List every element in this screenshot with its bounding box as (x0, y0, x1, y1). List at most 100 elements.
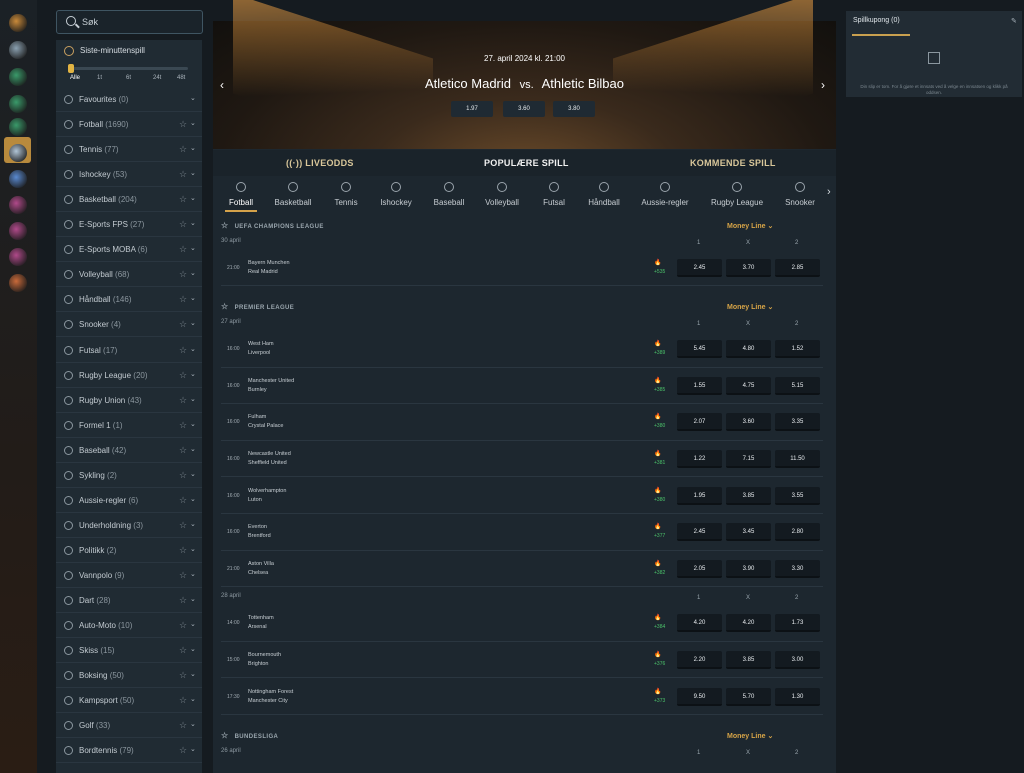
sidebar-item-golf[interactable]: Golf (33) ☆ ⌄ (56, 714, 202, 739)
chevron-right-icon[interactable]: › (827, 186, 831, 198)
sidebar-item-bordtennis[interactable]: Bordtennis (79) ☆ ⌄ (56, 739, 202, 764)
odds-button[interactable]: 4.20 (677, 614, 722, 633)
sidebar-item-e-sports-moba[interactable]: E-Sports MOBA (6) ☆ ⌄ (56, 238, 202, 263)
sidebar-item-basketball[interactable]: Basketball (204) ☆ ⌄ (56, 188, 202, 213)
tv-icon[interactable] (9, 170, 27, 188)
chevron-down-icon[interactable]: ⌄ (190, 495, 196, 503)
hero-odd-button[interactable]: 3.60 (503, 101, 545, 117)
search-input[interactable] (82, 14, 192, 30)
favorite-star-icon[interactable]: ☆ (179, 244, 187, 255)
chevron-down-icon[interactable]: ⌄ (190, 570, 196, 578)
pin-icon[interactable]: ✎ (1011, 17, 1017, 25)
sidebar-item-ishockey[interactable]: Ishockey (53) ☆ ⌄ (56, 163, 202, 188)
event-row[interactable]: 16:00 Wolverhampton Luton 🔥 +380 1.95 3.85 3.55 (221, 477, 823, 514)
time-slider[interactable] (70, 67, 188, 70)
chevron-down-icon[interactable]: ⌄ (190, 269, 196, 277)
odds-button[interactable]: 1.55 (677, 376, 722, 395)
more-markets-count[interactable]: +389 (654, 350, 665, 356)
category-baseball[interactable]: Baseball (419, 182, 479, 207)
odds-button[interactable]: 3.00 (775, 651, 820, 670)
favorite-star-icon[interactable]: ☆ (179, 470, 187, 481)
league-header[interactable]: ☆ UEFA CHAMPIONS LEAGUE (221, 221, 324, 230)
chevron-down-icon[interactable]: ⌄ (190, 194, 196, 202)
chevron-down-icon[interactable]: ⌄ (190, 470, 196, 478)
odds-button[interactable]: 1.22 (677, 450, 722, 469)
odds-button[interactable]: 3.90 (726, 559, 771, 578)
odds-button[interactable]: 2.45 (677, 259, 722, 277)
favorite-star-icon[interactable]: ☆ (179, 219, 187, 230)
favorite-star-icon[interactable]: ☆ (179, 119, 187, 130)
sidebar-item-auto-moto[interactable]: Auto-Moto (10) ☆ ⌄ (56, 614, 202, 639)
favorite-star-icon[interactable]: ☆ (179, 620, 187, 631)
chevron-down-icon[interactable]: ⌄ (190, 395, 196, 403)
odds-button[interactable]: 2.45 (677, 523, 722, 542)
event-row[interactable]: 15:00 Bournemouth Brighton 🔥 +376 2.20 3.85 3.0… (221, 642, 823, 679)
favorite-star-icon[interactable]: ☆ (179, 570, 187, 581)
sidebar-item-boksing[interactable]: Boksing (50) ☆ ⌄ (56, 664, 202, 689)
chevron-down-icon[interactable]: ⌄ (190, 645, 196, 653)
category-h-ndball[interactable]: Håndball (574, 182, 634, 207)
sidebar-item-underholdning[interactable]: Underholdning (3) ☆ ⌄ (56, 514, 202, 538)
odds-button[interactable]: 2.85 (775, 259, 820, 277)
more-markets-count[interactable]: +384 (654, 624, 665, 630)
favorite-star-icon[interactable]: ☆ (179, 645, 187, 656)
league-header[interactable]: ☆ PREMIER LEAGUE (221, 302, 294, 311)
chevron-down-icon[interactable]: ⌄ (190, 695, 196, 703)
odds-button[interactable]: 2.05 (677, 559, 722, 578)
chevron-down-icon[interactable]: ⌄ (190, 670, 196, 678)
sidebar-item-rugby-league[interactable]: Rugby League (20) ☆ ⌄ (56, 364, 202, 388)
sidebar-item-e-sports-fps[interactable]: E-Sports FPS (27) ☆ ⌄ (56, 213, 202, 238)
favorite-star-icon[interactable]: ☆ (179, 595, 187, 606)
gift-icon[interactable] (9, 274, 27, 292)
favorite-star-icon[interactable]: ☆ (179, 545, 187, 556)
hero-odd-button[interactable]: 3.80 (553, 101, 595, 117)
event-row[interactable]: 14:00 Tottenham Arsenal 🔥 +384 4.20 4.20 1.73 (221, 605, 823, 642)
sidebar-item-skiss[interactable]: Skiss (15) ☆ ⌄ (56, 639, 202, 664)
favorite-star-icon[interactable]: ☆ (179, 345, 187, 356)
sidebar-item-favourites[interactable]: Favourites (0) ⌄ (56, 88, 202, 112)
favorite-star-icon[interactable]: ☆ (221, 302, 229, 311)
football-icon[interactable] (9, 144, 27, 162)
category-fotball[interactable]: Fotball (211, 182, 271, 207)
sidebar-item-fotball[interactable]: Fotball (1690) ☆ ⌄ (56, 113, 202, 138)
favorite-star-icon[interactable]: ☆ (179, 194, 187, 205)
event-row[interactable]: 21:00 Aston Villa Chelsea 🔥 +382 2.05 3.90 3.30 (221, 551, 823, 588)
sidebar-item-dart[interactable]: Dart (28) ☆ ⌄ (56, 589, 202, 613)
event-row[interactable]: 16:00 Newcastle United Sheffield United 🔥 +3… (221, 441, 823, 478)
favorite-star-icon[interactable]: ☆ (179, 745, 187, 756)
event-row[interactable]: 16:00 West Ham Liverpool 🔥 +389 5.45 4.80 1.52 (221, 331, 823, 368)
odds-button[interactable]: 2.07 (677, 413, 722, 432)
odds-button[interactable]: 11.50 (775, 450, 820, 469)
chevron-down-icon[interactable]: ⌄ (190, 520, 196, 528)
favorite-star-icon[interactable]: ☆ (179, 720, 187, 731)
chevron-down-icon[interactable]: ⌄ (190, 219, 196, 227)
odds-button[interactable]: 1.30 (775, 687, 820, 706)
chevron-down-icon[interactable]: ⌄ (190, 294, 196, 302)
tab-popular[interactable]: POPULÆRE SPILL (484, 158, 569, 168)
prev-arrow-icon[interactable]: ‹ (220, 78, 224, 92)
favorite-star-icon[interactable]: ☆ (179, 294, 187, 305)
sidebar-item-aussie-regler[interactable]: Aussie-regler (6) ☆ ⌄ (56, 489, 202, 513)
favorite-star-icon[interactable]: ☆ (179, 495, 187, 506)
favorite-star-icon[interactable]: ☆ (179, 169, 187, 180)
more-markets-count[interactable]: +381 (654, 460, 665, 466)
favorite-star-icon[interactable]: ☆ (179, 269, 187, 280)
sidebar-item-politikk[interactable]: Politikk (2) ☆ ⌄ (56, 539, 202, 563)
favorite-star-icon[interactable]: ☆ (179, 144, 187, 155)
odds-button[interactable]: 3.70 (726, 259, 771, 277)
odds-button[interactable]: 3.85 (726, 486, 771, 505)
favorite-star-icon[interactable]: ☆ (179, 670, 187, 681)
chevron-down-icon[interactable]: ⌄ (190, 745, 196, 753)
odds-button[interactable]: 9.50 (677, 687, 722, 706)
more-markets-count[interactable]: +380 (654, 423, 665, 429)
casino-icon[interactable] (9, 222, 27, 240)
chevron-down-icon[interactable]: ⌄ (190, 144, 196, 152)
category-volleyball[interactable]: Volleyball (472, 182, 532, 207)
search-box[interactable] (56, 10, 203, 34)
event-row[interactable]: 16:00 Fulham Crystal Palace 🔥 +380 2.07 3.60 3.… (221, 404, 823, 441)
category-rugby-league[interactable]: Rugby League (707, 182, 767, 207)
event-row[interactable]: 17:30 Nottingham Forest Manchester City 🔥 +3… (221, 678, 823, 715)
favorite-star-icon[interactable]: ☆ (221, 221, 229, 230)
odds-button[interactable]: 7.15 (726, 450, 771, 469)
sidebar-item-baseball[interactable]: Baseball (42) ☆ ⌄ (56, 439, 202, 463)
